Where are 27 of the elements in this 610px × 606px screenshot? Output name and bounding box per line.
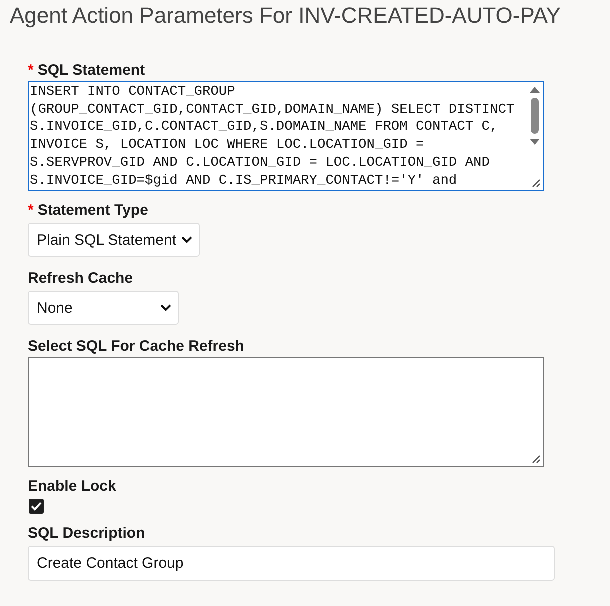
code-line: S.SERVPROV_GID AND C.LOCATION_GID = LOC.LOCATION_GID AND	[30, 154, 491, 173]
field-label: Statement Type	[38, 201, 148, 221]
dropdown[interactable]: Plain SQL Statement	[28, 223, 200, 257]
scroll-down-icon[interactable]	[529, 138, 541, 146]
resize-grip-icon[interactable]	[532, 179, 541, 188]
sql-text-area[interactable]	[28, 81, 544, 191]
code-line: S.INVOICE_GID,C.CONTACT_GID,S.DOMAIN_NAME FROM CONTACT C,	[30, 119, 500, 138]
field-label: Refresh Cache	[28, 269, 134, 289]
resize-grip-icon[interactable]	[532, 455, 541, 464]
chevron-down-icon	[160, 304, 172, 312]
text-field[interactable]: Create Contact Group	[28, 546, 555, 581]
scroll-thumb[interactable]	[531, 98, 539, 134]
field-label: Enable Lock	[28, 477, 116, 497]
scroll-up-icon[interactable]	[529, 86, 541, 94]
field-label: Select SQL For Cache Refresh	[28, 337, 244, 357]
field-label: SQL Statement	[38, 61, 146, 81]
code-line: INVOICE S, LOCATION LOC WHERE LOC.LOCATION_GID =	[30, 137, 426, 155]
required-asterisk: *	[28, 62, 34, 79]
checkbox[interactable]	[29, 499, 44, 514]
dropdown[interactable]: None	[28, 291, 179, 325]
field-label: SQL Description	[28, 524, 146, 544]
code-line: INSERT INTO CONTACT_GROUP	[30, 84, 236, 102]
page-title: Agent Action Parameters For INV-CREATED-AUTO-PAY	[9, 2, 562, 30]
code-line: S.INVOICE_GID=$gid AND C.IS_PRIMARY_CONTACT!='Y' and	[30, 172, 458, 190]
required-asterisk: *	[28, 202, 34, 219]
chevron-down-icon	[180, 236, 193, 244]
code-line: (GROUP_CONTACT_GID,CONTACT_GID,DOMAIN_NAME) SELECT DISTINCT	[30, 102, 516, 120]
